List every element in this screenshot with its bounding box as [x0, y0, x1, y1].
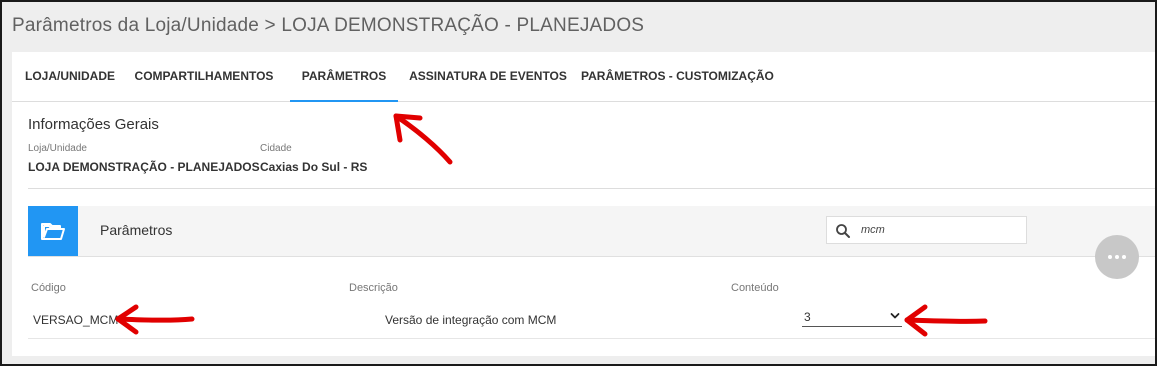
more-dot [1122, 255, 1126, 259]
search-icon [836, 224, 850, 238]
red-arrow-annotation-content [904, 304, 988, 337]
folder-open-icon [28, 206, 78, 256]
red-arrow-annotation-tab [393, 113, 453, 165]
tab-assinatura-de-eventos[interactable]: ASSINATURA DE EVENTOS [408, 52, 568, 102]
app-window: Parâmetros da Loja/Unidade > LOJA DEMONS… [0, 0, 1157, 366]
section-divider [28, 188, 1155, 189]
content-select-value: 3 [804, 310, 811, 324]
row-description: Versão de integração com MCM [385, 313, 557, 327]
section-title-informacoes-gerais: Informações Gerais [28, 116, 159, 133]
panel-divider [28, 256, 1155, 257]
column-header-descricao: Descrição [349, 282, 398, 294]
column-header-codigo: Código [31, 282, 66, 294]
search-input[interactable] [861, 220, 1021, 240]
content-select[interactable]: 3 [802, 307, 902, 327]
store-value: LOJA DEMONSTRAÇÃO - PLANEJADOS [28, 160, 260, 174]
more-dot [1108, 255, 1112, 259]
search-field[interactable] [826, 216, 1027, 244]
tab-parametros-customizacao[interactable]: PARÂMETROS - CUSTOMIZAÇÃO [581, 52, 774, 102]
tab-parametros[interactable]: PARÂMETROS [290, 52, 398, 102]
row-code: VERSAO_MCM [33, 313, 119, 327]
city-value: Caxias Do Sul - RS [260, 160, 368, 174]
city-label: Cidade [260, 143, 292, 154]
more-options-button[interactable] [1095, 235, 1139, 279]
store-label: Loja/Unidade [28, 143, 87, 154]
tab-compartilhamentos[interactable]: COMPARTILHAMENTOS [130, 52, 278, 102]
column-header-conteudo: Conteúdo [731, 282, 779, 294]
page-title: Parâmetros da Loja/Unidade > LOJA DEMONS… [12, 15, 645, 36]
params-panel-title: Parâmetros [100, 222, 173, 238]
more-dot [1115, 255, 1119, 259]
params-panel-header: Parâmetros [28, 206, 1155, 256]
title-bar: Parâmetros da Loja/Unidade > LOJA DEMONS… [2, 2, 1155, 52]
red-arrow-annotation-code [115, 304, 195, 335]
tab-loja-unidade[interactable]: LOJA/UNIDADE [14, 52, 126, 102]
tab-bar: LOJA/UNIDADE COMPARTILHAMENTOS PARÂMETRO… [12, 52, 1155, 102]
